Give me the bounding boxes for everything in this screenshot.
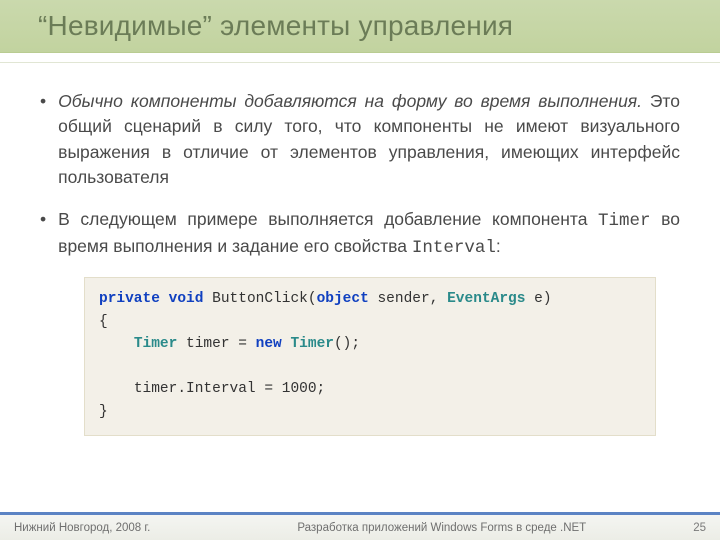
bullet-2: • В следующем примере выполняется добавл… [40, 207, 680, 262]
page-number: 25 [693, 522, 706, 534]
indent [99, 381, 134, 397]
var-timer: timer = [186, 336, 256, 352]
title-band: “Невидимые” элементы управления [0, 0, 720, 53]
separator [0, 53, 720, 63]
brace-close: } [99, 404, 108, 420]
stmt-interval: timer.Interval = 1000; [134, 381, 325, 397]
type-timer: Timer [134, 336, 178, 352]
bullet-2-text: В следующем примере выполняется добавлен… [58, 207, 680, 262]
bullet-dot-icon: • [40, 207, 46, 262]
inline-code-interval: Interval [412, 238, 496, 258]
bullet-2-pre: В следующем примере выполняется добавлен… [58, 209, 598, 229]
type-timer-ctor: Timer [290, 336, 334, 352]
brace-open: { [99, 314, 108, 330]
bullet-1-italic: Обычно компоненты добавляются на форму в… [58, 91, 642, 111]
kw-void: void [169, 291, 204, 307]
sp [160, 291, 169, 307]
ctor-end: (); [334, 336, 360, 352]
kw-object: object [317, 291, 369, 307]
slide-title: “Невидимые” элементы управления [38, 10, 696, 42]
code-block: private void ButtonClick(object sender, … [84, 277, 656, 436]
sp [203, 291, 212, 307]
arg-e: e) [525, 291, 551, 307]
bullet-2-post: : [496, 236, 501, 256]
bullet-dot-icon: • [40, 89, 46, 191]
kw-private: private [99, 291, 160, 307]
bullet-1: • Обычно компоненты добавляются на форму… [40, 89, 680, 191]
footer-left: Нижний Новгород, 2008 г. [14, 522, 150, 534]
bullet-1-text: Обычно компоненты добавляются на форму в… [58, 89, 680, 191]
footer: Нижний Новгород, 2008 г. Разработка прил… [0, 512, 720, 540]
sp [177, 336, 186, 352]
slide: “Невидимые” элементы управления • Обычно… [0, 0, 720, 540]
inline-code-timer: Timer [598, 211, 651, 231]
type-eventargs: EventArgs [447, 291, 525, 307]
body: • Обычно компоненты добавляются на форму… [0, 71, 720, 436]
footer-center: Разработка приложений Windows Forms в ср… [150, 522, 693, 534]
method-name: ButtonClick( [212, 291, 316, 307]
kw-new: new [256, 336, 282, 352]
indent [99, 336, 134, 352]
arg-sender: sender, [377, 291, 447, 307]
